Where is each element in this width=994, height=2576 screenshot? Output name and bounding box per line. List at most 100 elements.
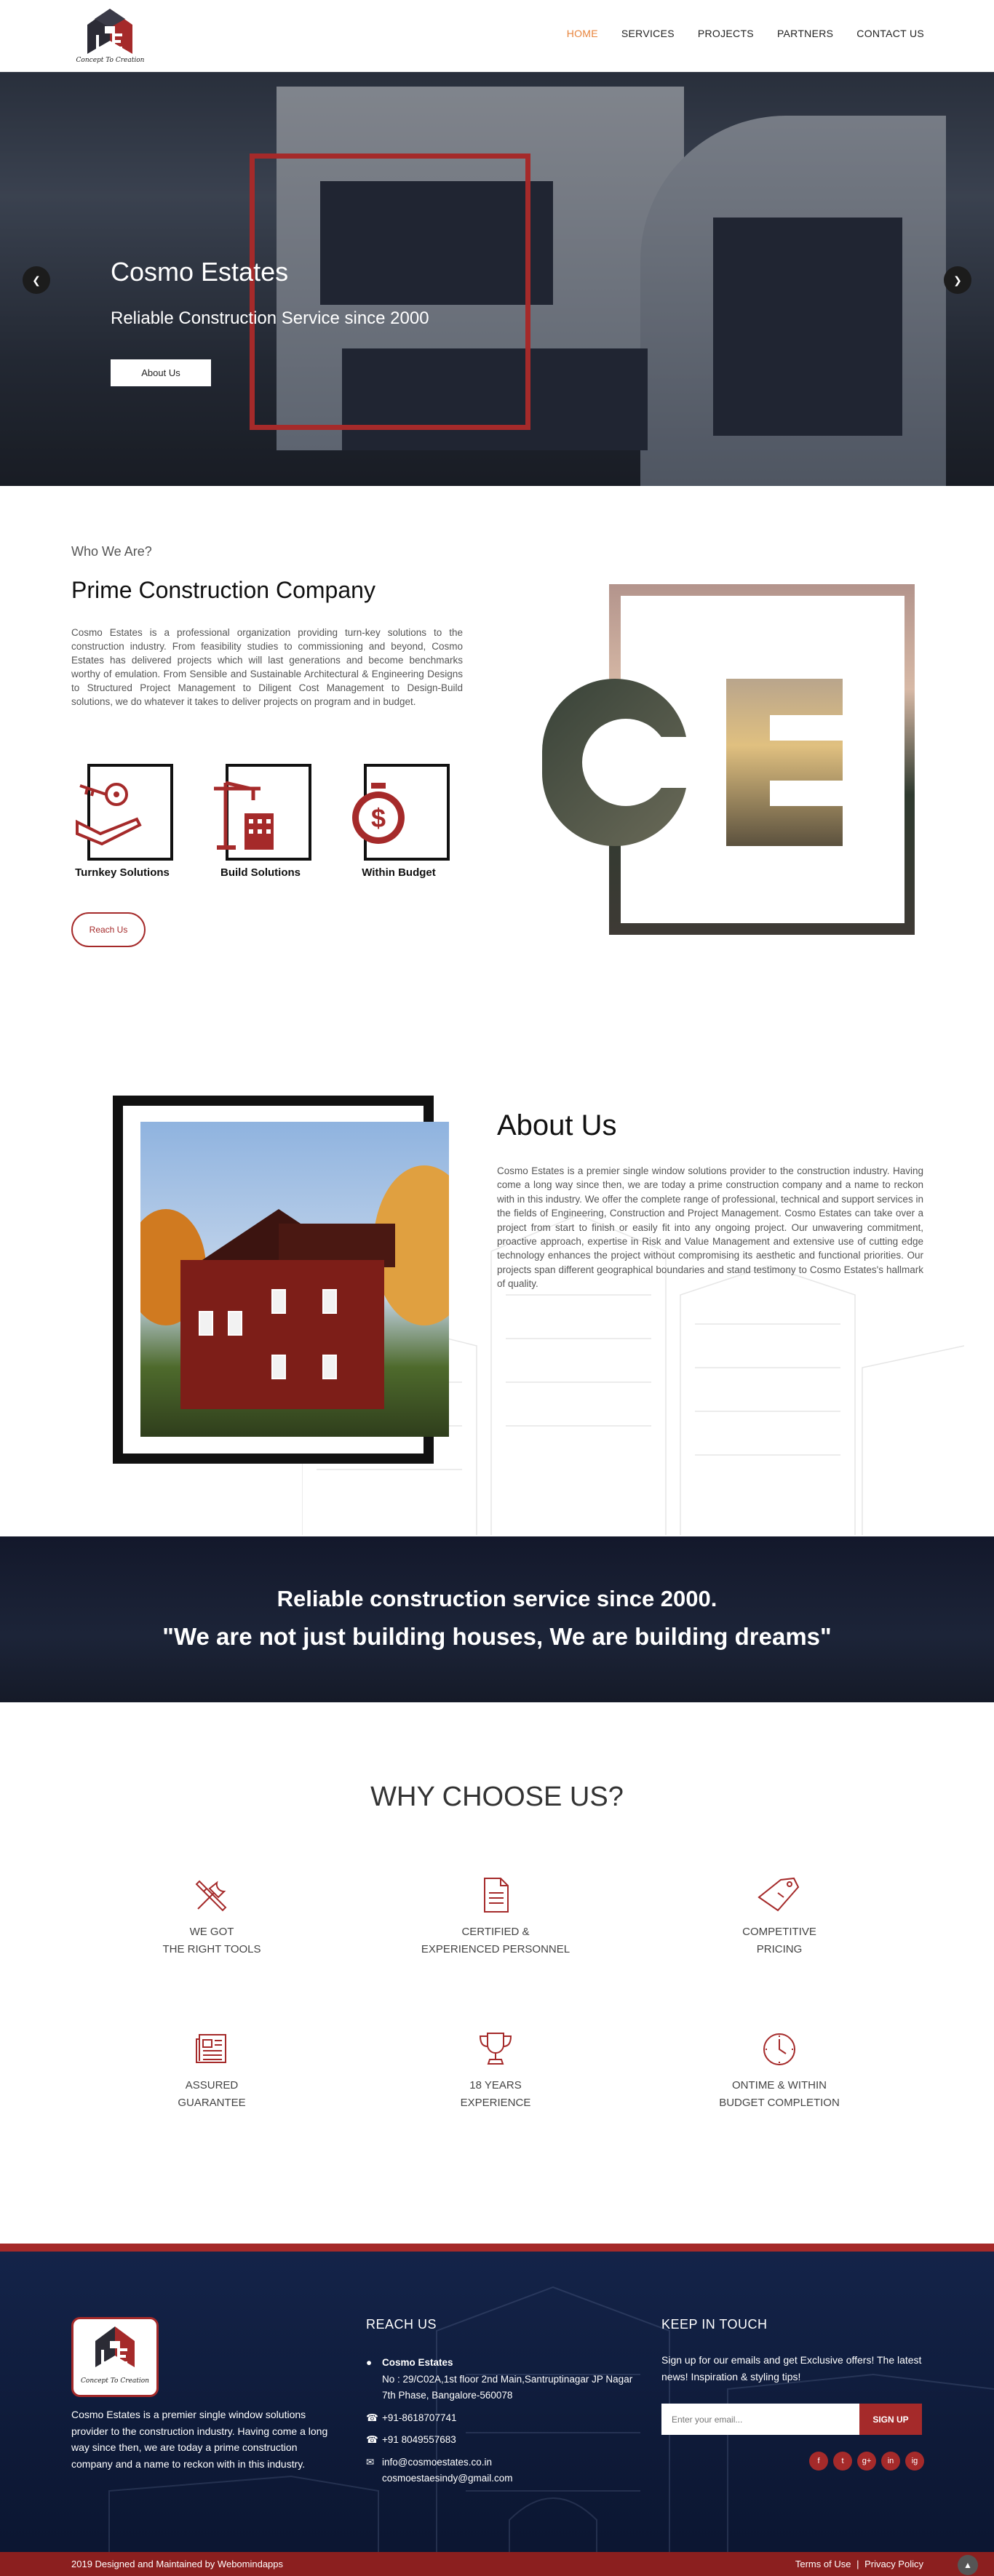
reach-us-heading: REACH US — [366, 2317, 437, 2332]
top-navbar: Concept To Creation HOME SERVICES PROJEC… — [0, 0, 994, 72]
why-item-guarantee: ASSURED GUARANTEE — [103, 2029, 321, 2112]
keep-in-touch-heading: KEEP IN TOUCH — [661, 2317, 768, 2332]
privacy-link[interactable]: Privacy Policy — [864, 2559, 923, 2569]
who-title: Prime Construction Company — [71, 577, 375, 603]
why-line2: PRICING — [756, 1943, 803, 1955]
about-description: Cosmo Estates is a premier single window… — [497, 1165, 923, 1290]
why-line2: EXPERIENCE — [460, 2097, 531, 2109]
logo-tagline: Concept To Creation — [76, 57, 145, 64]
google-plus-icon[interactable]: g+ — [857, 2452, 876, 2471]
newspaper-icon — [196, 2034, 226, 2063]
facebook-icon[interactable]: f — [809, 2452, 828, 2471]
email-input[interactable] — [661, 2404, 859, 2435]
why-line1: ONTIME & WITHIN — [732, 2079, 827, 2091]
ce-monogram-image — [542, 584, 915, 935]
company-name: Cosmo Estates — [382, 2357, 453, 2368]
hero-red-frame — [250, 153, 530, 430]
nav-home[interactable]: HOME — [567, 28, 598, 39]
why-line1: 18 YEARS — [469, 2079, 522, 2091]
why-item-tools: WE GOT THE RIGHT TOOLS — [103, 1875, 321, 1958]
feature-turnkey: Turnkey Solutions — [64, 764, 180, 879]
phone-1[interactable]: +91-8618707741 — [382, 2410, 456, 2427]
address-text: No : 29/C02A,1st floor 2nd Main,Santrupt… — [382, 2373, 633, 2401]
trophy-icon — [479, 2033, 512, 2065]
email-row[interactable]: ✉ info@cosmoestates.co.in cosmoestaesind… — [366, 2455, 643, 2487]
site-logo[interactable]: Concept To Creation — [76, 6, 145, 68]
clock-icon — [763, 2033, 795, 2065]
hero-title: Cosmo Estates — [111, 257, 289, 287]
email-2[interactable]: cosmoestaesindy@gmail.com — [382, 2471, 513, 2487]
why-line1: COMPETITIVE — [742, 1926, 816, 1938]
phone-row[interactable]: ☎ +91 8049557683 — [366, 2432, 643, 2449]
footer-about-text: Cosmo Estates is a premier single window… — [71, 2409, 328, 2470]
feature-label: Build Solutions — [220, 866, 301, 879]
terms-link[interactable]: Terms of Use — [795, 2559, 851, 2569]
legal-separator: | — [856, 2559, 859, 2569]
envelope-icon: ✉ — [366, 2456, 375, 2468]
nav-contact-us[interactable]: CONTACT US — [856, 28, 924, 39]
key-hand-icon — [71, 764, 173, 861]
price-tag-icon — [758, 1877, 800, 1912]
why-line2: THE RIGHT TOOLS — [162, 1943, 261, 1955]
newsletter-form: SIGN UP — [661, 2404, 922, 2435]
copyright-bar: 2019 Designed and Maintained by Webomind… — [0, 2552, 994, 2576]
why-line2: EXPERIENCED PERSONNEL — [421, 1943, 570, 1955]
nav-services[interactable]: SERVICES — [621, 28, 675, 39]
main-menu: HOME SERVICES PROJECTS PARTNERS CONTACT … — [544, 28, 924, 39]
reach-us-button[interactable]: Reach Us — [71, 912, 146, 947]
dollar-stopwatch-icon: $ — [348, 764, 450, 861]
feature-label: Turnkey Solutions — [75, 866, 170, 879]
chevron-left-icon[interactable]: ❮ — [23, 266, 50, 294]
hero-subtitle: Reliable Construction Service since 2000 — [111, 308, 429, 328]
page: Concept To Creation HOME SERVICES PROJEC… — [0, 0, 994, 2576]
phone-2[interactable]: +91 8049557683 — [382, 2432, 456, 2449]
about-us-button[interactable]: About Us — [111, 359, 211, 386]
instagram-icon[interactable]: ig — [905, 2452, 924, 2471]
why-item-personnel: CERTIFIED & EXPERIENCED PERSONNEL — [386, 1875, 605, 1958]
banner-line-1: Reliable construction service since 2000… — [277, 1586, 717, 1611]
nav-projects[interactable]: PROJECTS — [698, 28, 754, 39]
why-line2: BUDGET COMPLETION — [719, 2097, 840, 2109]
footer-logo-tagline: Concept To Creation — [81, 2377, 149, 2385]
about-title: About Us — [497, 1109, 617, 1141]
why-line1: WE GOT — [189, 1926, 234, 1938]
map-pin-icon: ● — [366, 2357, 373, 2368]
feature-build: Build Solutions — [202, 764, 319, 879]
why-line2: GUARANTEE — [178, 2097, 246, 2109]
document-icon — [484, 1878, 509, 1913]
banner-line-2: "We are not just building houses, We are… — [162, 1623, 832, 1650]
nav-partners[interactable]: PARTNERS — [777, 28, 833, 39]
phone-row[interactable]: ☎ +91-8618707741 — [366, 2410, 643, 2427]
why-item-pricing: COMPETITIVE PRICING — [670, 1875, 888, 1958]
svg-text:$: $ — [371, 803, 386, 833]
contact-list: ● Cosmo Estates No : 29/C02A,1st floor 2… — [366, 2355, 643, 2493]
why-title: WHY CHOOSE US? — [370, 1782, 624, 1812]
crane-building-icon — [210, 764, 311, 861]
why-item-experience: 18 YEARS EXPERIENCE — [386, 2029, 605, 2112]
newsletter-text: Sign up for our emails and get Exclusive… — [661, 2354, 922, 2382]
linkedin-icon[interactable]: in — [881, 2452, 900, 2471]
feature-label: Within Budget — [362, 866, 436, 879]
why-line1: ASSURED — [185, 2079, 239, 2091]
phone-icon: ☎ — [366, 2434, 378, 2445]
why-item-ontime: ONTIME & WITHIN BUDGET COMPLETION — [670, 2029, 888, 2112]
phone-icon: ☎ — [366, 2412, 378, 2423]
sign-up-button[interactable]: SIGN UP — [859, 2404, 922, 2435]
chevron-right-icon[interactable]: ❯ — [944, 266, 971, 294]
who-eyebrow: Who We Are? — [71, 544, 152, 559]
social-links: f t g+ in ig — [809, 2452, 924, 2471]
address-row: ● Cosmo Estates No : 29/C02A,1st floor 2… — [366, 2355, 643, 2404]
tools-icon — [195, 1880, 227, 1912]
footer-logo[interactable]: Concept To Creation — [71, 2317, 159, 2397]
who-description: Cosmo Estates is a professional organiza… — [71, 627, 463, 707]
email-1[interactable]: info@cosmoestates.co.in — [382, 2455, 513, 2471]
quote-banner — [0, 1536, 994, 1702]
hero-slider: Cosmo Estates Reliable Construction Serv… — [0, 72, 994, 486]
copyright-text: 2019 Designed and Maintained by Webomind… — [71, 2559, 284, 2569]
red-house-photo — [140, 1122, 449, 1437]
why-line1: CERTIFIED & — [461, 1926, 530, 1938]
feature-budget: $ Within Budget — [341, 764, 457, 879]
legal-links: Terms of Use | Privacy Policy — [792, 2559, 923, 2569]
back-to-top-icon[interactable]: ▲ — [958, 2555, 978, 2575]
twitter-icon[interactable]: t — [833, 2452, 852, 2471]
